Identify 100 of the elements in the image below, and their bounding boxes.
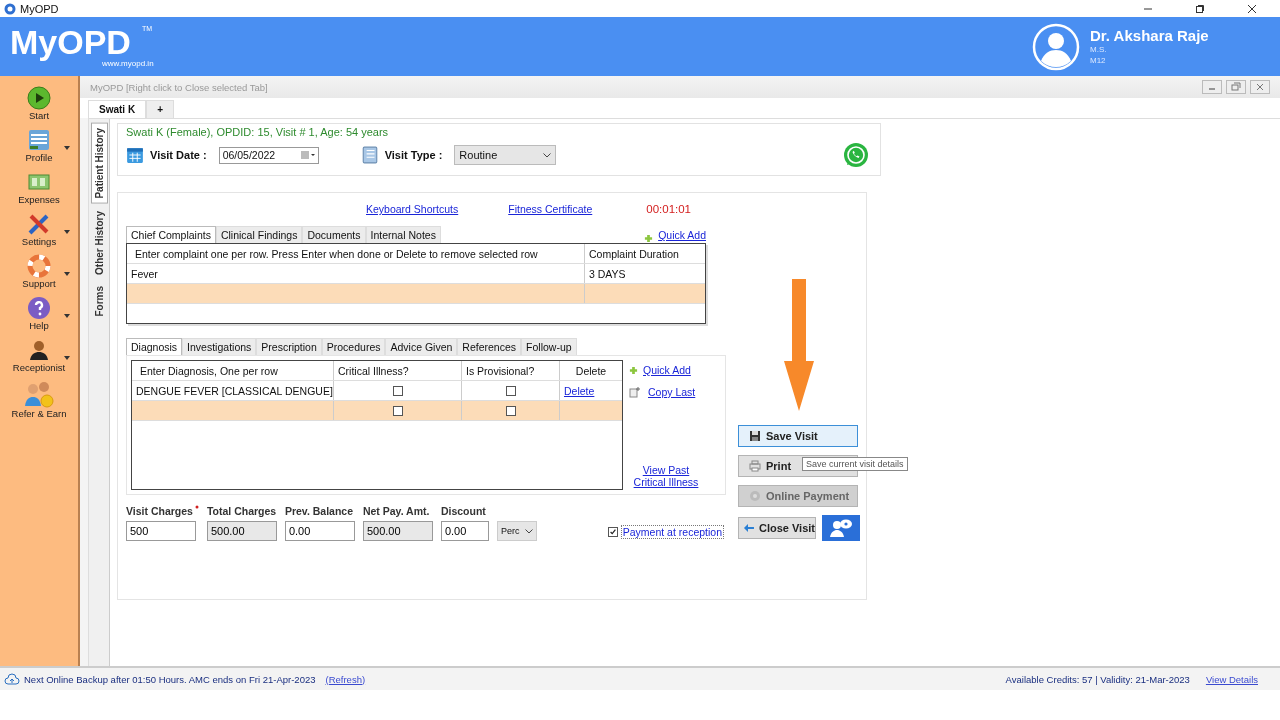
chevron-icon bbox=[524, 528, 533, 534]
side-tab[interactable]: Forms bbox=[90, 281, 108, 323]
window-title: MyOPD bbox=[20, 2, 59, 15]
refresh-link[interactable]: (Refresh) bbox=[325, 673, 366, 685]
field-label: Discount bbox=[440, 505, 486, 517]
table-cell: DENGUE FEVER [CLASSICAL DENGUE] bbox=[132, 381, 334, 400]
quick-add-link[interactable]: Quick Add bbox=[643, 364, 691, 376]
settings-icon bbox=[27, 212, 51, 236]
column-header: Complaint Duration bbox=[588, 246, 680, 262]
section-tab[interactable]: References bbox=[457, 338, 522, 355]
person-icon bbox=[27, 338, 51, 362]
table-cell: Fever bbox=[127, 264, 585, 283]
copy-icon bbox=[629, 386, 641, 398]
field-label: Prev. Balance bbox=[284, 505, 354, 517]
column-header: Critical Illness? bbox=[334, 361, 462, 380]
patient-summary: Swati K (Female), OPDID: 15, Visit # 1, Age: 54 years bbox=[126, 126, 390, 138]
plus-icon bbox=[644, 234, 654, 243]
avatar-icon bbox=[1032, 22, 1080, 71]
section-tab[interactable]: Procedures bbox=[321, 338, 386, 355]
backup-status: Next Online Backup after 01:50 Hours. AMC ends on Fri 21-Apr-2023 bbox=[24, 673, 316, 685]
credits-status: Available Credits: 57 | Validity: 21-Mar-2023 bbox=[1005, 673, 1190, 685]
sidebar-item[interactable]: Profile bbox=[2, 128, 76, 163]
column-header: Enter complaint one per row. Press Enter when done or Delete to remove selected row bbox=[127, 244, 585, 263]
column-header: Delete bbox=[574, 363, 608, 379]
close-visit-button[interactable]: Close Visit bbox=[738, 517, 816, 539]
checkbox[interactable] bbox=[505, 405, 516, 416]
quick-add-link[interactable]: Quick Add bbox=[658, 229, 706, 241]
caret-icon[interactable] bbox=[64, 356, 70, 360]
arrow-icon bbox=[784, 279, 814, 411]
calendar-icon bbox=[126, 146, 144, 164]
checkbox[interactable] bbox=[607, 527, 618, 537]
sidebar-item[interactable]: Support bbox=[2, 254, 76, 289]
section-tab[interactable]: Investigations bbox=[182, 338, 257, 355]
checkbox[interactable] bbox=[392, 405, 403, 416]
maximize-icon[interactable] bbox=[1195, 3, 1205, 14]
sidebar-item[interactable]: Expenses bbox=[2, 170, 76, 205]
section-tab[interactable]: Documents bbox=[302, 226, 366, 243]
sidebar-item[interactable]: Start bbox=[2, 86, 76, 121]
caret-icon[interactable] bbox=[64, 146, 70, 150]
checkbox-label[interactable]: Payment at reception bbox=[620, 525, 724, 539]
section-tab[interactable]: Follow-up bbox=[521, 338, 577, 355]
section-tab[interactable]: Advice Given bbox=[385, 338, 458, 355]
people-coin-icon bbox=[23, 380, 55, 408]
person-chat-icon bbox=[829, 518, 853, 538]
play-icon bbox=[27, 86, 51, 110]
input-field[interactable]: 0.00 bbox=[284, 521, 355, 541]
visit-type-select[interactable]: Routine bbox=[454, 145, 557, 165]
visit-timer: 00:01:01 bbox=[646, 203, 691, 215]
calendar-dropdown-icon[interactable] bbox=[300, 150, 315, 160]
floppy-icon bbox=[749, 430, 761, 442]
input-field[interactable]: 500 bbox=[126, 521, 196, 541]
side-tab[interactable]: Other History bbox=[90, 205, 108, 280]
sidebar-item[interactable]: Help bbox=[2, 296, 76, 331]
document-tab[interactable]: Swati K bbox=[88, 100, 147, 118]
field-label: Total Charges bbox=[206, 505, 277, 517]
cloud-upload-icon bbox=[4, 673, 20, 685]
checkbox[interactable] bbox=[505, 385, 516, 396]
input-field[interactable]: 500.00 bbox=[206, 521, 277, 541]
minimize-icon[interactable] bbox=[1202, 80, 1222, 94]
column-header: Enter Diagnosis, One per row bbox=[132, 361, 334, 380]
doctor-degree: M.S. bbox=[1090, 44, 1108, 55]
document-tab[interactable]: + bbox=[146, 100, 174, 118]
delete-link[interactable]: Delete bbox=[564, 384, 595, 397]
logo-text: MyOPD bbox=[10, 24, 131, 59]
view-details-link[interactable]: View Details bbox=[1205, 673, 1258, 685]
input-field[interactable]: 0.00 bbox=[440, 521, 489, 541]
building-icon bbox=[27, 128, 51, 152]
sidebar-item[interactable]: Refer & Earn bbox=[2, 380, 76, 419]
sidebar-item[interactable]: Settings bbox=[2, 212, 76, 247]
section-tab[interactable]: Chief Complaints bbox=[126, 226, 216, 243]
sidebar-item[interactable]: Receptionist bbox=[2, 338, 76, 373]
printer-icon bbox=[749, 460, 761, 472]
section-tab[interactable]: Diagnosis bbox=[126, 338, 183, 355]
doctor-name: Dr. Akshara Raje bbox=[1090, 27, 1210, 44]
field-label: Visit Date : bbox=[150, 149, 207, 161]
chat-icon[interactable] bbox=[842, 141, 870, 169]
discount-unit-select[interactable]: Perc bbox=[496, 521, 537, 541]
fitness-certificate-link[interactable]: Fitness Certificate bbox=[508, 203, 593, 215]
section-tab[interactable]: Prescription bbox=[256, 338, 322, 355]
section-tab[interactable]: Clinical Findings bbox=[215, 226, 303, 243]
close-icon[interactable] bbox=[1247, 3, 1257, 14]
coin-icon bbox=[749, 490, 761, 502]
keyboard-shortcuts-link[interactable]: Keyboard Shortcuts bbox=[366, 203, 459, 215]
chevron-icon bbox=[543, 152, 552, 158]
section-tab[interactable]: Internal Notes bbox=[365, 226, 441, 243]
caret-icon[interactable] bbox=[64, 272, 70, 276]
field-label: Net Pay. Amt. bbox=[362, 505, 430, 517]
copy-last-link[interactable]: Copy Last bbox=[648, 386, 696, 398]
caret-icon[interactable] bbox=[64, 230, 70, 234]
view-past-critical-illness-link[interactable]: View Past Critical Illness bbox=[629, 464, 703, 488]
lifebuoy-icon bbox=[27, 254, 51, 278]
table-cell-text: 3 DAYS bbox=[588, 266, 627, 282]
patient-chat-button[interactable] bbox=[822, 515, 860, 541]
caret-icon[interactable] bbox=[64, 314, 70, 318]
date-field[interactable]: 06/05/2022 bbox=[218, 146, 319, 164]
save-visit-button[interactable]: Save Visit bbox=[738, 425, 858, 447]
checkbox[interactable] bbox=[392, 385, 403, 396]
doctor-code: M12 bbox=[1090, 55, 1107, 66]
input-field[interactable]: 500.00 bbox=[362, 521, 433, 541]
side-tab[interactable]: Patient History bbox=[90, 123, 108, 204]
